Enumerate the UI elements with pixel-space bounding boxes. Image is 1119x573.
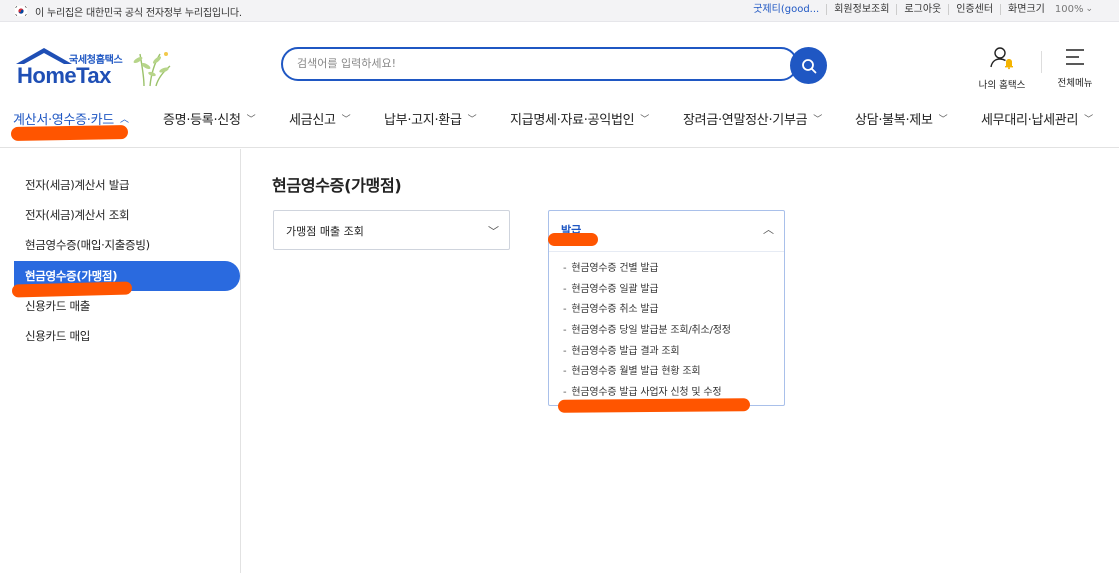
submenu-item[interactable]: - 현금영수증 건별 발급	[563, 259, 659, 274]
plant-icon	[133, 52, 171, 87]
sidebar-item-cash-receipt-purchase[interactable]: 현금영수증(매입·지출증빙)	[14, 230, 240, 260]
page-title: 현금영수증(가맹점)	[272, 176, 402, 195]
nav-label: 장려금·연말정산·기부금	[683, 113, 808, 128]
submenu-item[interactable]: - 현금영수증 당일 발급분 조회/취소/정정	[563, 321, 731, 336]
nav-label: 상담·불복·제보	[855, 113, 933, 128]
nav-label: 세무대리·납세관리	[981, 113, 1079, 128]
search-input[interactable]	[297, 57, 767, 70]
site-header: 국세청홈택스 HomeTax 검색어를 입력하세요! 나의 홈택스 전체메뉴	[0, 22, 1119, 98]
nav-label: 지급명세·자료·공익법인	[510, 113, 635, 128]
chevron-down-icon: ﹀	[467, 115, 477, 125]
user-name-link[interactable]: 굿제티(good...	[746, 4, 826, 15]
submenu-item[interactable]: - 현금영수증 취소 발급	[563, 300, 659, 315]
nav-certificate[interactable]: 증명·등록·신청 ﹀	[163, 109, 256, 128]
nav-payment[interactable]: 납부·고지·환급 ﹀	[384, 109, 477, 128]
nav-statements[interactable]: 지급명세·자료·공익법인 ﹀	[510, 109, 649, 128]
search-box	[281, 47, 798, 81]
nav-tax-filing[interactable]: 세금신고 ﹀	[289, 109, 351, 128]
search-button[interactable]	[790, 47, 827, 84]
nav-label: 납부·고지·환급	[384, 113, 462, 128]
chevron-down-icon: ﹀	[341, 115, 351, 125]
main-nav: 계산서·영수증·카드 ︿ 증명·등록·신청 ﹀ 세금신고 ﹀ 납부·고지·환급 ﹀ 지급…	[0, 98, 1119, 148]
hometax-logo[interactable]: 국세청홈택스 HomeTax	[12, 44, 177, 90]
korea-flag-icon	[14, 5, 28, 17]
chevron-down-icon: ﹀	[246, 115, 256, 125]
user-bell-icon	[990, 47, 1013, 70]
chevron-down-icon: ﹀	[640, 115, 649, 125]
nav-label: 세금신고	[289, 113, 336, 128]
member-info-link[interactable]: 회원정보조회	[826, 4, 896, 15]
sidebar-item-card-purchase[interactable]: 신용카드 매입	[14, 321, 240, 351]
divider	[549, 251, 784, 252]
chevron-up-icon: ︿	[119, 115, 129, 125]
submenu-item[interactable]: - 현금영수증 월별 발급 현황 조회	[563, 362, 701, 377]
nav-incentives[interactable]: 장려금·연말정산·기부금 ﹀	[683, 109, 822, 128]
zoom-value[interactable]: 100%	[1052, 4, 1086, 15]
submenu-item[interactable]: - 현금영수증 발급 결과 조회	[563, 342, 680, 357]
my-hometax-label: 나의 홈택스	[978, 80, 1026, 91]
merchant-sales-view-dropdown[interactable]: 가맹점 매출 조회 ﹀	[273, 210, 510, 250]
submenu-item[interactable]: - 현금영수증 일괄 발급	[563, 280, 659, 295]
zoom-label[interactable]: 화면크기	[1000, 4, 1052, 15]
header-divider	[1041, 51, 1042, 73]
chevron-down-icon[interactable]: ⌄	[1085, 4, 1093, 15]
sidebar-item-e-invoice-view[interactable]: 전자(세금)계산서 조회	[14, 200, 240, 230]
chevron-up-icon[interactable]: ︿	[763, 221, 774, 237]
chevron-down-icon: ﹀	[488, 225, 499, 238]
my-hometax-button[interactable]: 나의 홈택스	[976, 46, 1028, 91]
nav-consult[interactable]: 상담·불복·제보 ﹀	[855, 109, 948, 128]
gov-banner: 이 누리집은 대한민국 공식 전자정부 누리집입니다. 굿제티(good... …	[0, 0, 1119, 22]
chevron-down-icon: ﹀	[938, 115, 948, 125]
all-menu-button[interactable]: 전체메뉴	[1055, 46, 1095, 89]
nav-label: 증명·등록·신청	[163, 113, 241, 128]
hamburger-icon	[1066, 49, 1084, 65]
chevron-down-icon: ﹀	[1084, 115, 1093, 125]
submenu-item[interactable]: - 현금영수증 발급 사업자 신청 및 수정	[563, 383, 722, 398]
utility-links: 굿제티(good... 회원정보조회 로그아웃 인증센터 화면크기 100% ⌄	[746, 4, 1093, 15]
gov-banner-text: 이 누리집은 대한민국 공식 전자정부 누리집입니다.	[35, 8, 242, 19]
search-icon	[801, 58, 816, 73]
cert-center-link[interactable]: 인증센터	[948, 4, 1000, 15]
chevron-down-icon: ﹀	[813, 115, 822, 125]
highlight-mark	[10, 124, 129, 142]
logo-wordmark: HomeTax	[17, 63, 111, 88]
all-menu-label: 전체메뉴	[1057, 78, 1093, 89]
sidebar-item-e-invoice-issue[interactable]: 전자(세금)계산서 발급	[14, 170, 240, 200]
logout-link[interactable]: 로그아웃	[896, 4, 948, 15]
highlight-mark	[548, 233, 598, 246]
sidebar: 전자(세금)계산서 발급 전자(세금)계산서 조회 현금영수증(매입·지출증빙)…	[0, 149, 241, 573]
nav-agent[interactable]: 세무대리·납세관리 ﹀	[981, 109, 1093, 128]
highlight-mark	[557, 398, 751, 413]
dropdown-label: 가맹점 매출 조회	[286, 225, 364, 238]
